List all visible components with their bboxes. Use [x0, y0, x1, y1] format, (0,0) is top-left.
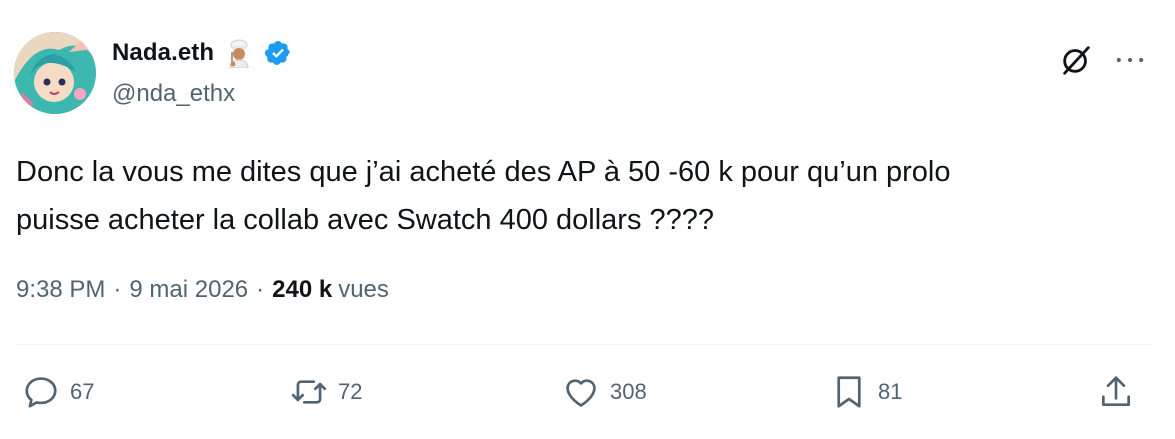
tweet-date[interactable]: 9 mai 2026	[129, 276, 248, 304]
share-button[interactable]	[1097, 372, 1135, 412]
reply-icon	[25, 377, 57, 408]
verified-badge-icon[interactable]	[264, 39, 292, 67]
tweet-meta: 9:38 PM · 9 mai 2026 · 240 k vues	[16, 276, 389, 304]
share-icon	[1101, 376, 1131, 407]
more-icon	[1116, 57, 1144, 63]
repost-icon	[291, 380, 327, 404]
author-handle[interactable]: @nda_ethx	[112, 80, 235, 108]
tweet-text: Donc la vous me dites que j’ai acheté de…	[16, 156, 951, 236]
divider	[16, 344, 1151, 345]
avatar[interactable]	[14, 32, 96, 114]
display-name[interactable]: Nada.eth	[112, 39, 214, 67]
meta-separator: ·	[113, 276, 122, 303]
bookmark-button[interactable]: 81	[830, 372, 902, 412]
grok-button[interactable]	[1058, 42, 1094, 78]
views-label: vues	[338, 276, 389, 303]
more-options-button[interactable]	[1110, 42, 1150, 78]
grok-icon	[1063, 46, 1090, 75]
like-button[interactable]: 308	[562, 372, 647, 412]
reply-count: 67	[70, 379, 95, 404]
bookmark-icon	[837, 376, 861, 408]
tweet-time[interactable]: 9:38 PM	[16, 276, 105, 304]
reply-button[interactable]: 67	[22, 372, 94, 412]
repost-count: 72	[338, 379, 363, 404]
author-name-row: Nada.eth	[112, 38, 292, 69]
cook-emoji-icon	[224, 38, 254, 69]
meta-separator: ·	[256, 276, 265, 303]
like-count: 308	[610, 379, 647, 404]
heart-icon	[566, 379, 596, 407]
views-count[interactable]: 240 k	[272, 276, 332, 304]
bookmark-count: 81	[878, 379, 903, 404]
repost-button[interactable]: 72	[290, 372, 362, 412]
